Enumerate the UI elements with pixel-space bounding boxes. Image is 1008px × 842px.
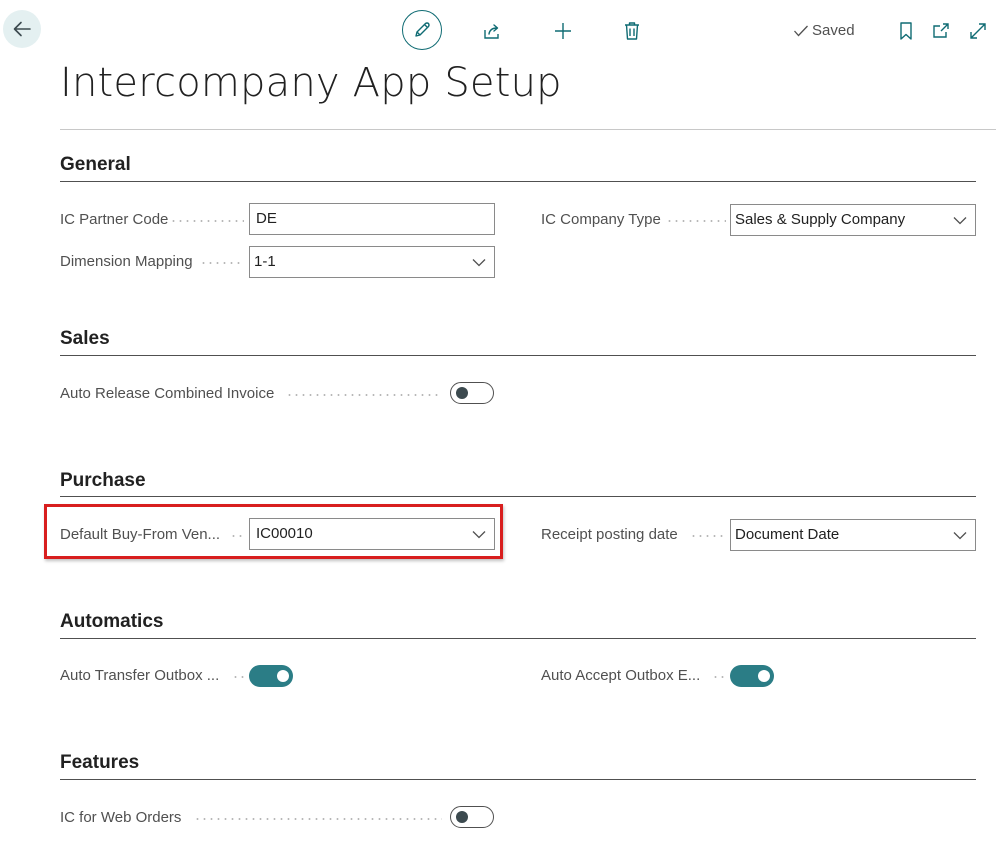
ic-company-type-label: IC Company Type (541, 211, 665, 228)
toggle-knob (758, 670, 770, 682)
dimension-mapping-select[interactable]: 1-1 (249, 246, 495, 278)
field-leader (200, 262, 244, 264)
dimension-mapping-label: Dimension Mapping (60, 253, 197, 270)
back-arrow-icon (13, 21, 31, 37)
edit-button[interactable] (402, 10, 442, 50)
section-purchase-title[interactable]: Purchase (60, 470, 146, 492)
receipt-posting-date-select[interactable]: Document Date (730, 519, 976, 551)
field-leader (194, 818, 442, 820)
plus-icon (555, 23, 571, 39)
toggle-knob (277, 670, 289, 682)
ic-for-web-orders-toggle[interactable] (450, 806, 494, 828)
auto-accept-outbox-toggle[interactable] (730, 665, 774, 687)
section-general-title[interactable]: General (60, 154, 131, 176)
section-sales-title[interactable]: Sales (60, 328, 110, 350)
checkmark-icon (794, 25, 808, 36)
section-automatics-divider (60, 638, 976, 639)
toggle-knob (456, 811, 468, 823)
saved-label: Saved (812, 22, 855, 39)
ic-partner-code-label: IC Partner Code (60, 211, 173, 228)
receipt-posting-date-label: Receipt posting date (541, 526, 682, 543)
ic-company-type-select[interactable]: Sales & Supply Company (730, 204, 976, 236)
field-leader (232, 676, 244, 678)
open-in-new-window-icon (933, 23, 949, 38)
share-button[interactable] (475, 14, 509, 48)
expand-button[interactable] (961, 14, 995, 48)
toggle-knob (456, 387, 468, 399)
field-leader (170, 220, 244, 222)
section-purchase-divider (60, 496, 976, 497)
dimension-mapping-value: 1-1 (254, 253, 276, 270)
auto-release-combined-invoice-label: Auto Release Combined Invoice (60, 385, 279, 402)
section-automatics-title[interactable]: Automatics (60, 611, 163, 633)
chevron-down-icon (953, 217, 967, 225)
page: Saved Intercompany App Setup General IC … (0, 0, 1008, 842)
highlight-annotation (44, 504, 503, 559)
edit-pencil-icon (415, 22, 430, 37)
bookmark-icon (900, 22, 912, 40)
trash-icon (625, 22, 639, 40)
share-icon (484, 24, 499, 39)
section-sales-divider (60, 355, 976, 356)
saved-status: Saved (793, 22, 855, 39)
section-general-divider (60, 181, 976, 182)
ic-company-type-value: Sales & Supply Company (735, 211, 906, 228)
field-leader (690, 535, 726, 537)
auto-release-combined-invoice-toggle[interactable] (450, 382, 494, 404)
page-title: Intercompany App Setup (60, 60, 562, 106)
auto-transfer-outbox-label: Auto Transfer Outbox ... (60, 667, 224, 684)
delete-button[interactable] (615, 14, 649, 48)
ic-partner-code-input[interactable]: DE (249, 203, 495, 235)
chevron-down-icon (953, 532, 967, 540)
bookmark-button[interactable] (889, 14, 923, 48)
new-button[interactable] (546, 14, 580, 48)
open-new-window-button[interactable] (924, 14, 958, 48)
back-button[interactable] (3, 10, 41, 48)
field-leader (712, 676, 726, 678)
section-features-title[interactable]: Features (60, 752, 139, 774)
auto-accept-outbox-label: Auto Accept Outbox E... (541, 667, 705, 684)
expand-icon (970, 23, 986, 39)
chevron-down-icon (472, 259, 486, 267)
field-leader (666, 220, 726, 222)
title-divider (60, 129, 996, 130)
auto-transfer-outbox-toggle[interactable] (249, 665, 293, 687)
receipt-posting-date-value: Document Date (735, 526, 840, 543)
section-features-divider (60, 779, 976, 780)
ic-for-web-orders-label: IC for Web Orders (60, 809, 186, 826)
field-leader (286, 394, 442, 396)
